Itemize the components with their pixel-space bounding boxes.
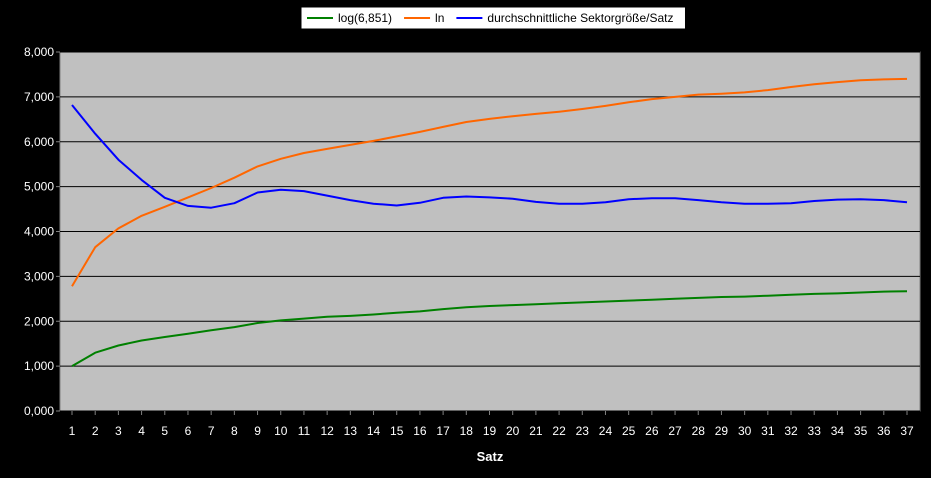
x-tick-label: 18 bbox=[460, 424, 474, 438]
x-tick-label: 4 bbox=[138, 424, 145, 438]
legend-entry: log(6,851) bbox=[338, 11, 392, 25]
x-tick-label: 23 bbox=[576, 424, 590, 438]
x-tick-label: 5 bbox=[161, 424, 168, 438]
y-tick-label: 7,000 bbox=[24, 90, 54, 104]
x-tick-label: 13 bbox=[344, 424, 358, 438]
y-tick-label: 5,000 bbox=[24, 180, 54, 194]
chart-container: 0,000 1,000 2,000 3,000 4,000 5,000 6,000 7,000… bbox=[0, 0, 931, 478]
x-tick-label: 35 bbox=[854, 424, 868, 438]
x-tick-label: 33 bbox=[808, 424, 822, 438]
x-tick-label: 21 bbox=[529, 424, 543, 438]
x-tick-label: 37 bbox=[900, 424, 914, 438]
x-tick-label: 20 bbox=[506, 424, 520, 438]
y-tick-label: 6,000 bbox=[24, 135, 54, 149]
x-tick-label: 14 bbox=[367, 424, 381, 438]
y-tick-label: 8,000 bbox=[24, 45, 54, 59]
y-tick-label: 3,000 bbox=[24, 269, 54, 283]
x-tick-label: 8 bbox=[231, 424, 238, 438]
x-tick-label: 16 bbox=[413, 424, 427, 438]
x-tick-label: 9 bbox=[254, 424, 261, 438]
x-tick-label: 30 bbox=[738, 424, 752, 438]
x-tick-label: 36 bbox=[877, 424, 891, 438]
x-tick-label: 27 bbox=[668, 424, 682, 438]
legend-entry: durchschnittliche Sektorgröße/Satz bbox=[487, 11, 673, 25]
y-tick-label: 1,000 bbox=[24, 359, 54, 373]
x-axis-tick-labels: 1 2 3 4 5 6 7 8 9 10 11 12 13 14 15 16 17 18 19 20 21 22 23 24 2… bbox=[69, 424, 914, 438]
x-tick-label: 12 bbox=[320, 424, 334, 438]
x-tick-label: 24 bbox=[599, 424, 613, 438]
x-tick-label: 15 bbox=[390, 424, 404, 438]
x-tick-label: 34 bbox=[831, 424, 845, 438]
x-tick-label: 26 bbox=[645, 424, 659, 438]
x-tick-label: 11 bbox=[298, 424, 311, 438]
x-tick-label: 32 bbox=[784, 424, 798, 438]
y-tick-label: 2,000 bbox=[24, 314, 54, 328]
x-tick-label: 28 bbox=[692, 424, 706, 438]
x-tick-label: 29 bbox=[715, 424, 729, 438]
x-tick-label: 10 bbox=[274, 424, 288, 438]
x-tick-label: 1 bbox=[69, 424, 76, 438]
x-tick-label: 25 bbox=[622, 424, 636, 438]
x-tick-label: 3 bbox=[115, 424, 122, 438]
x-tick-label: 19 bbox=[483, 424, 497, 438]
y-tick-label: 0,000 bbox=[24, 404, 54, 418]
line-chart: 0,000 1,000 2,000 3,000 4,000 5,000 6,000 7,000… bbox=[24, 6, 921, 464]
x-tick-label: 22 bbox=[552, 424, 566, 438]
x-tick-label: 7 bbox=[208, 424, 215, 438]
legend: log(6,851) ln durchschnittliche Sektorgröß… bbox=[300, 6, 686, 30]
legend-entry: ln bbox=[435, 11, 444, 25]
x-tick-label: 31 bbox=[761, 424, 775, 438]
x-tick-label: 2 bbox=[92, 424, 99, 438]
x-axis-title: Satz bbox=[477, 449, 504, 464]
x-tick-label: 17 bbox=[436, 424, 450, 438]
x-tick-label: 6 bbox=[185, 424, 192, 438]
y-tick-label: 4,000 bbox=[24, 225, 54, 239]
y-axis-tick-labels: 0,000 1,000 2,000 3,000 4,000 5,000 6,000 7,000… bbox=[24, 45, 54, 418]
